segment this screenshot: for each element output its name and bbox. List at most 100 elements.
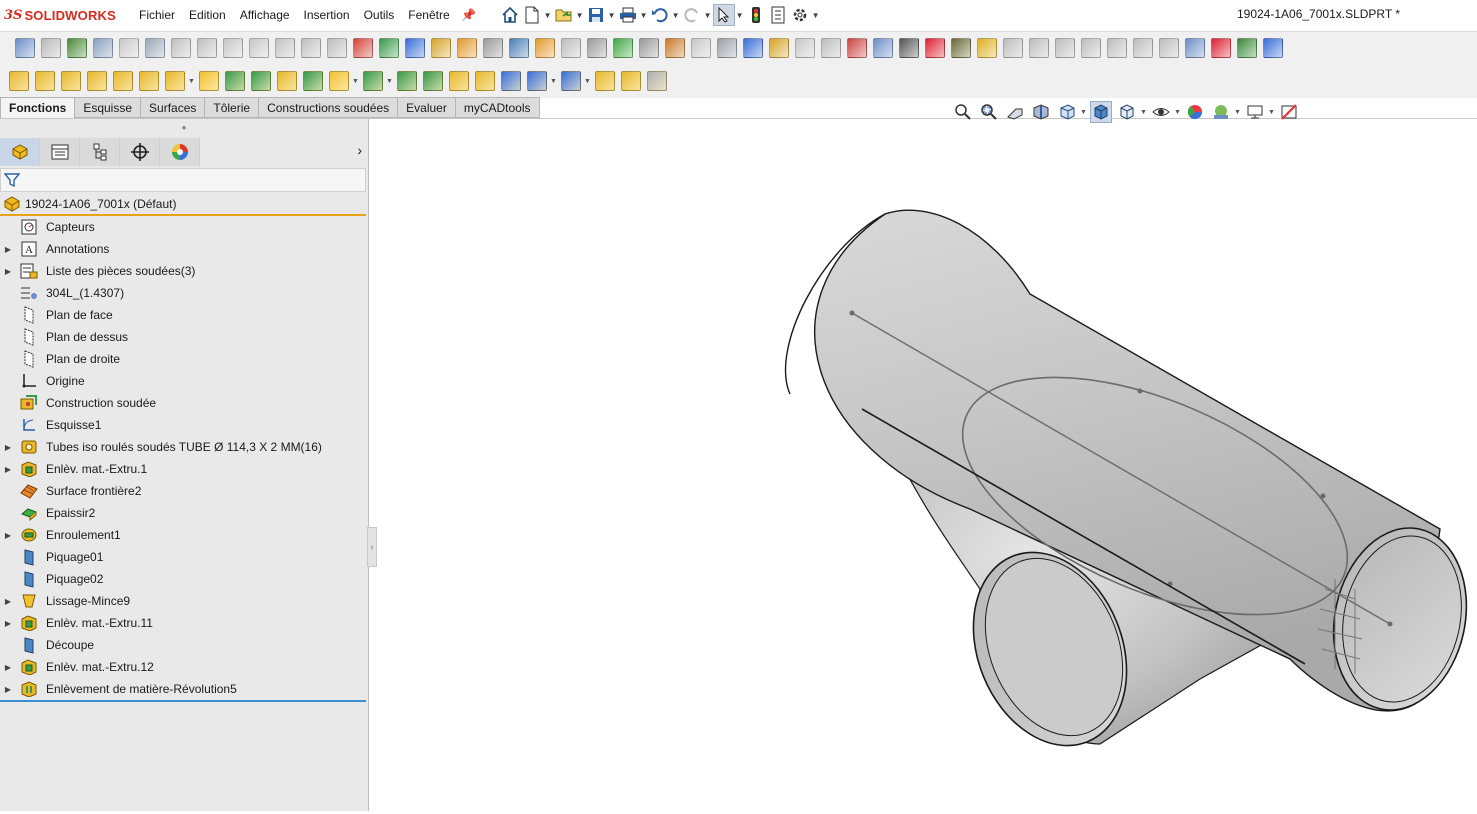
panel-grip-icon[interactable]: ● — [0, 119, 368, 137]
command-tab-5[interactable]: Evaluer — [398, 97, 456, 118]
standard-command-icon[interactable] — [197, 38, 217, 58]
standard-command-icon[interactable] — [275, 38, 295, 58]
tree-item[interactable]: Plan de dessus — [0, 326, 366, 348]
tree-item[interactable]: ▶ Enlèv. mat.-Extru.1 — [0, 458, 366, 480]
new-document-icon[interactable] — [521, 4, 543, 26]
property-manager-tab-icon[interactable] — [40, 138, 80, 166]
feature-command-icon[interactable] — [61, 71, 81, 91]
save-dropdown-icon[interactable]: ▼ — [607, 11, 617, 20]
tree-item[interactable]: ▶ A Annotations — [0, 238, 366, 260]
standard-command-icon[interactable] — [431, 38, 451, 58]
redo-icon[interactable] — [681, 4, 703, 26]
standard-command-icon[interactable] — [717, 38, 737, 58]
redo-dropdown-icon[interactable]: ▼ — [703, 11, 713, 20]
feature-command-icon[interactable] — [277, 71, 297, 91]
expand-arrow-icon[interactable]: ▶ — [0, 267, 16, 276]
select-cursor-icon[interactable] — [712, 4, 735, 26]
filter-funnel-icon[interactable] — [4, 172, 20, 188]
dimxpert-tab-icon[interactable] — [120, 138, 160, 166]
feature-command-icon[interactable] — [113, 71, 133, 91]
feature-command-icon[interactable] — [501, 71, 521, 91]
standard-command-icon[interactable] — [977, 38, 997, 58]
standard-command-icon[interactable] — [1133, 38, 1153, 58]
tree-item[interactable]: Construction soudée — [0, 392, 366, 414]
options-gear-icon[interactable] — [789, 4, 811, 26]
standard-command-icon[interactable] — [613, 38, 633, 58]
new-dropdown-icon[interactable]: ▼ — [543, 11, 553, 20]
tree-item[interactable]: ▶ Tubes iso roulés soudés TUBE Ø 114,3 X … — [0, 436, 366, 458]
standard-command-icon[interactable] — [769, 38, 789, 58]
standard-command-icon[interactable] — [1185, 38, 1205, 58]
tree-item[interactable]: 304L_(1.4307) — [0, 282, 366, 304]
feature-dropdown-icon[interactable]: ▼ — [188, 78, 196, 85]
feature-command-icon[interactable] — [449, 71, 469, 91]
standard-command-icon[interactable] — [457, 38, 477, 58]
standard-command-icon[interactable] — [691, 38, 711, 58]
feature-command-icon[interactable] — [139, 71, 159, 91]
standard-command-icon[interactable] — [353, 38, 373, 58]
feature-command-icon[interactable] — [329, 71, 349, 91]
file-properties-icon[interactable] — [767, 4, 789, 26]
standard-command-icon[interactable] — [743, 38, 763, 58]
standard-command-icon[interactable] — [379, 38, 399, 58]
standard-command-icon[interactable] — [1159, 38, 1179, 58]
feature-dropdown-icon[interactable]: ▼ — [386, 78, 394, 85]
standard-command-icon[interactable] — [639, 38, 659, 58]
standard-command-icon[interactable] — [483, 38, 503, 58]
hide-show-dropdown-icon[interactable]: ▼ — [1140, 109, 1148, 116]
options-dropdown-icon[interactable]: ▼ — [811, 11, 821, 20]
feature-command-icon[interactable] — [251, 71, 271, 91]
feature-dropdown-icon[interactable]: ▼ — [584, 78, 592, 85]
feature-command-icon[interactable] — [165, 71, 185, 91]
standard-command-icon[interactable] — [119, 38, 139, 58]
view-settings-dropdown-icon[interactable]: ▼ — [1268, 109, 1276, 116]
display-manager-tab-icon[interactable] — [160, 138, 200, 166]
command-tab-4[interactable]: Constructions soudées — [259, 97, 399, 118]
tree-item[interactable]: Origine — [0, 370, 366, 392]
feature-command-icon[interactable] — [363, 71, 383, 91]
menu-item-2[interactable]: Affichage — [233, 0, 297, 30]
feature-dropdown-icon[interactable]: ▼ — [550, 78, 558, 85]
feature-command-icon[interactable] — [225, 71, 245, 91]
sketch-point[interactable] — [1320, 493, 1326, 499]
tree-item[interactable]: Capteurs — [0, 216, 366, 238]
standard-command-icon[interactable] — [665, 38, 685, 58]
standard-command-icon[interactable] — [1211, 38, 1231, 58]
sketch-point[interactable] — [849, 310, 855, 316]
standard-command-icon[interactable] — [93, 38, 113, 58]
expand-arrow-icon[interactable]: ▶ — [0, 245, 16, 254]
standard-command-icon[interactable] — [821, 38, 841, 58]
feature-command-icon[interactable] — [475, 71, 495, 91]
menu-item-1[interactable]: Edition — [182, 0, 233, 30]
command-tab-0[interactable]: Fonctions — [0, 97, 76, 118]
tee-pipe-model[interactable] — [370, 119, 1477, 811]
standard-command-icon[interactable] — [171, 38, 191, 58]
graphics-area[interactable] — [370, 119, 1477, 811]
panel-tabs-more-icon[interactable]: › — [357, 142, 362, 158]
open-folder-icon[interactable] — [553, 4, 575, 26]
sketch-point[interactable] — [1387, 621, 1393, 627]
standard-command-icon[interactable] — [301, 38, 321, 58]
tree-filter-bar[interactable] — [0, 168, 366, 192]
standard-command-icon[interactable] — [1055, 38, 1075, 58]
feature-command-icon[interactable] — [527, 71, 547, 91]
feature-command-icon[interactable] — [595, 71, 615, 91]
expand-arrow-icon[interactable]: ▶ — [0, 443, 16, 452]
standard-command-icon[interactable] — [795, 38, 815, 58]
tree-item[interactable]: ▶ Enlèvement de matière-Révolution5 — [0, 678, 366, 700]
standard-command-icon[interactable] — [587, 38, 607, 58]
standard-command-icon[interactable] — [327, 38, 347, 58]
standard-command-icon[interactable] — [15, 38, 35, 58]
feature-command-icon[interactable] — [87, 71, 107, 91]
tree-item[interactable]: Découpe — [0, 634, 366, 656]
print-icon[interactable] — [617, 4, 639, 26]
feature-command-icon[interactable] — [397, 71, 417, 91]
undo-icon[interactable] — [649, 4, 671, 26]
select-dropdown-icon[interactable]: ▼ — [735, 11, 745, 20]
standard-command-icon[interactable] — [67, 38, 87, 58]
standard-command-icon[interactable] — [249, 38, 269, 58]
standard-command-icon[interactable] — [223, 38, 243, 58]
visibility-dropdown-icon[interactable]: ▼ — [1174, 109, 1182, 116]
menu-item-5[interactable]: Fenêtre — [401, 0, 456, 30]
standard-command-icon[interactable] — [951, 38, 971, 58]
